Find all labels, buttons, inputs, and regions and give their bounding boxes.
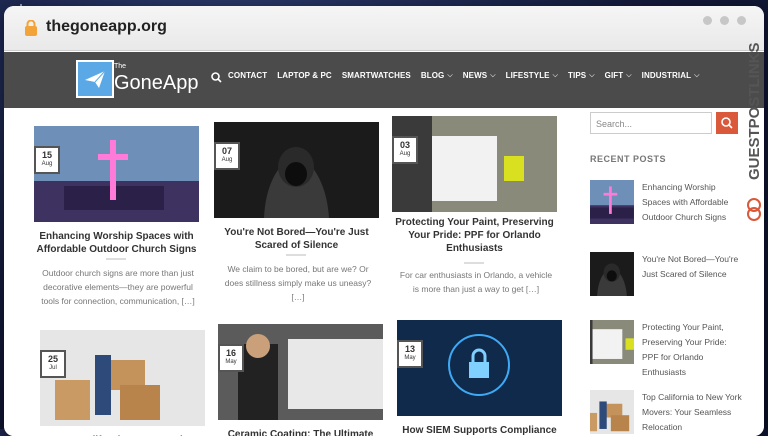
recent-posts-heading: RECENT POSTS — [590, 154, 667, 164]
nav-item-label: INDUSTRIAL — [641, 71, 692, 80]
post-thumbnail[interactable] — [392, 116, 557, 212]
post-excerpt: Outdoor church signs are more than just … — [41, 268, 195, 306]
chevron-down-icon: ⌵ — [490, 71, 496, 79]
recent-post-thumbnail[interactable] — [590, 390, 634, 434]
post-date-badge: 03 Aug — [392, 136, 418, 164]
nav-item-label: SMARTWATCHES — [341, 71, 411, 80]
nav-item-label: GIFT — [604, 71, 624, 80]
recent-post-title[interactable]: Enhancing Worship Spaces with Affordable… — [642, 180, 742, 225]
lock-icon — [25, 20, 37, 36]
post-date-badge: 16 May — [218, 344, 244, 372]
search-button[interactable] — [716, 112, 738, 134]
post-date-badge: 13 May — [397, 340, 423, 368]
nav-item-gift[interactable]: GIFT ⌵ — [605, 71, 632, 80]
search-icon[interactable] — [211, 72, 222, 83]
post-date-month: Aug — [41, 161, 53, 167]
post-title[interactable]: Enhancing Worship Spaces with Affordable… — [34, 230, 199, 256]
post-thumbnail[interactable] — [397, 320, 562, 416]
guestpostlinks-watermark: GUESTPOSTLINKS — [746, 42, 763, 221]
post-date-day: 13 — [404, 344, 415, 354]
post-date-month: May — [225, 359, 237, 365]
main-menu: CONTACT LAPTOP & PC SMARTWATCHES BLOG ⌵ NEWS ⌵… — [228, 71, 700, 80]
recent-post-title[interactable]: Protecting Your Paint, Preserving Your P… — [642, 320, 742, 380]
search-icon — [721, 117, 733, 129]
nav-item-contact[interactable]: CONTACT — [228, 71, 267, 80]
post-title[interactable]: Ceramic Coating: The Ultimate — [218, 428, 383, 436]
post-date-day: 25 — [47, 354, 58, 364]
post-date-badge: 25 Jul — [40, 350, 66, 378]
address-bar[interactable]: thegoneapp.org — [4, 6, 764, 51]
nav-item-industrial[interactable]: INDUSTRIAL ⌵ — [642, 71, 700, 80]
nav-item-label: LAPTOP & PC — [277, 71, 332, 80]
recent-post-thumbnail[interactable] — [590, 180, 634, 224]
sidebar-search-input[interactable]: Search... — [590, 112, 712, 134]
logo-prefix: The — [114, 63, 127, 70]
post-title[interactable]: How SIEM Supports Compliance — [397, 424, 562, 436]
svg-text:GUESTPOSTLINKS: GUESTPOSTLINKS — [746, 42, 763, 180]
post-thumbnail[interactable] — [214, 122, 379, 218]
divider — [286, 254, 306, 256]
recent-post-title[interactable]: You're Not Bored—You're Just Scared of S… — [642, 252, 742, 282]
post-date-badge: 15 Aug — [34, 146, 60, 174]
recent-post-thumbnail[interactable] — [590, 252, 634, 296]
nav-item-laptop-pc[interactable]: LAPTOP & PC — [277, 71, 332, 80]
chevron-down-icon: ⌵ — [447, 71, 453, 79]
chevron-down-icon: ⌵ — [694, 71, 700, 79]
url-text[interactable]: thegoneapp.org — [46, 18, 167, 36]
site-logo-text[interactable]: GoneApp — [114, 72, 199, 95]
nav-item-news[interactable]: NEWS ⌵ — [463, 71, 496, 80]
post-date-month: May — [404, 355, 416, 361]
post-thumbnail[interactable] — [34, 126, 199, 222]
post-date-month: Jul — [49, 365, 57, 371]
post-excerpt: For car enthusiasts in Orlando, a vehicl… — [399, 270, 553, 294]
nav-item-lifestyle[interactable]: LIFESTYLE ⌵ — [506, 71, 558, 80]
post-date-badge: 07 Aug — [214, 142, 240, 170]
recent-post-title[interactable]: Top California to New York Movers: Your … — [642, 390, 742, 435]
main-content: 15 Aug Enhancing Worship Spaces with Affor… — [4, 108, 764, 436]
post-date-day: 15 — [41, 150, 52, 160]
nav-item-blog[interactable]: BLOG ⌵ — [421, 71, 453, 80]
nav-item-smartwatches[interactable]: SMARTWATCHES — [342, 71, 411, 80]
browser-window: thegoneapp.org The GoneApp CONTACT LAPTOP… — [4, 6, 764, 436]
post-date-month: Aug — [399, 151, 411, 157]
post-date-month: Aug — [221, 157, 233, 163]
nav-item-label: LIFESTYLE — [505, 71, 550, 80]
nav-item-label: BLOG — [420, 71, 445, 80]
nav-item-label: NEWS — [462, 71, 488, 80]
post-date-day: 03 — [399, 140, 410, 150]
post-excerpt: We claim to be bored, but are we? Or doe… — [224, 264, 372, 302]
chevron-down-icon: ⌵ — [552, 71, 559, 79]
divider — [464, 262, 484, 264]
window-controls — [703, 16, 746, 25]
nav-item-tips[interactable]: TIPS ⌵ — [568, 71, 595, 80]
recent-post-thumbnail[interactable] — [590, 320, 634, 364]
post-title[interactable]: Protecting Your Paint, Preserving Your P… — [392, 216, 557, 255]
nav-item-label: CONTACT — [228, 71, 268, 80]
site-logo-icon[interactable] — [76, 60, 114, 98]
divider — [106, 258, 126, 260]
post-thumbnail[interactable] — [40, 330, 205, 426]
chevron-down-icon: ⌵ — [626, 71, 632, 79]
post-thumbnail[interactable] — [218, 324, 383, 420]
site-header: The GoneApp CONTACT LAPTOP & PC SMARTWATCH… — [4, 52, 764, 108]
post-date-day: 16 — [225, 348, 236, 358]
chevron-down-icon: ⌵ — [589, 71, 595, 79]
post-title[interactable]: You're Not Bored—You're Just Scared of S… — [214, 226, 379, 252]
post-date-day: 07 — [221, 146, 232, 156]
nav-item-label: TIPS — [568, 71, 587, 80]
